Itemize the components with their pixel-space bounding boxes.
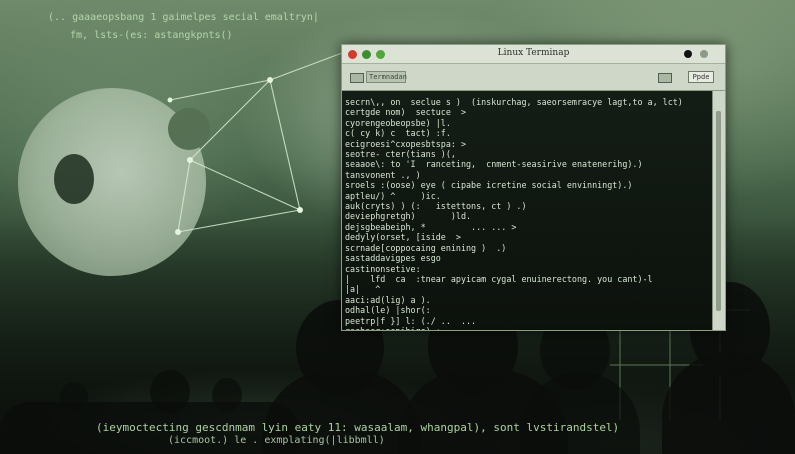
terminal-line: sastaddavigpes esgo: [345, 253, 441, 264]
emblem-eye: [54, 154, 94, 204]
terminal-line: scrnade[coppocaing enining ) .): [345, 242, 507, 253]
terminal-toolbar: Termnadan Ppde: [342, 64, 725, 91]
toolbar-path-field[interactable]: Termnadan: [366, 71, 407, 83]
terminal-line: seotre- cter(tians )(,: [345, 149, 456, 160]
terminal-line: tansvonent ., ): [345, 169, 421, 180]
terminal-line: |a| ^: [345, 284, 381, 295]
terminal-output[interactable]: secrn\,, on seclue s ) (inskurchag, saeo…: [342, 91, 713, 330]
settings-icon[interactable]: [700, 50, 708, 58]
terminal-line: odhal(le) |shor(:: [345, 305, 431, 316]
network-graph-icon: [167, 49, 351, 235]
terminal-line: c( cy k) c tact) :f.: [345, 128, 451, 139]
terminal-line: cyorengeobeopsbe) |l.: [345, 117, 451, 128]
terminal-line: auk(cryts) ) (: istettons, ct ) .): [345, 201, 527, 212]
terminal-line: secrn\,, on seclue s ) (inskurchag, saeo…: [345, 97, 683, 107]
record-icon[interactable]: [684, 50, 692, 58]
terminal-line: sroels :(oose) eye ( cipabe icretine soc…: [345, 180, 633, 191]
terminal-line: | lfd ca :tnear apyicam cygal enuinerect…: [345, 273, 653, 284]
background-code-line: (ieymoctecting gescdnmam lyin eaty 11: w…: [96, 421, 620, 434]
tab-icon[interactable]: [658, 73, 672, 83]
background-code-line: (iccmoot.) le . exmplating(|libbmll): [168, 435, 385, 446]
terminal-line: ecigroesi^cxopesbtspa: >: [345, 138, 467, 149]
terminal-window[interactable]: Linux Terminap Termnadan Ppde secrn\,, o…: [341, 44, 726, 331]
terminal-titlebar[interactable]: Linux Terminap: [342, 45, 725, 64]
scrollbar-thumb[interactable]: [716, 111, 721, 311]
terminal-line: peetrp|f }] l: (./ .. ...: [345, 315, 477, 326]
terminal-line: dejsgbeabeiph, * ... ... >: [345, 221, 517, 232]
terminal-line: dedyly(orset, [iside >: [345, 232, 461, 243]
terminal-line: deviephgretgh) )ld.: [345, 211, 472, 222]
terminal-line: castinonsetive:: [345, 263, 421, 274]
terminal-line: reeheer:sepihige) :: [345, 326, 713, 330]
terminal-line: seaaoe\: to 'I ranceting, cnment-seasiri…: [345, 159, 643, 170]
folder-icon[interactable]: [350, 73, 364, 83]
terminal-line: certgde nom) sectuce >: [345, 107, 467, 118]
terminal-scrollbar[interactable]: [712, 91, 725, 330]
toolbar-button[interactable]: Ppde: [688, 71, 714, 83]
terminal-line: aptleu/) ^ )ic.: [345, 190, 441, 201]
terminal-line: aaci:ad(lig) a ).: [345, 294, 431, 305]
window-title: Linux Terminap: [497, 48, 570, 58]
